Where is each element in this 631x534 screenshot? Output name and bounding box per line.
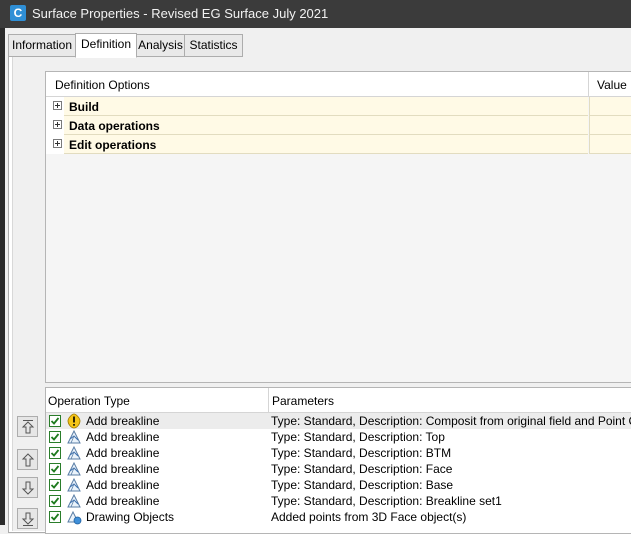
operations-header: Operation Type Parameters: [46, 388, 631, 413]
operation-row[interactable]: Add breakline Type: Standard, Descriptio…: [46, 477, 631, 493]
drawing-objects-icon: [67, 510, 82, 525]
column-header-operation-type[interactable]: Operation Type: [48, 394, 130, 408]
check-icon: [50, 497, 60, 505]
enable-checkbox[interactable]: [49, 463, 61, 475]
check-icon: [50, 417, 60, 425]
breakline-icon: [67, 445, 81, 460]
option-row-build[interactable]: Build: [46, 97, 631, 116]
warning-icon: [67, 413, 81, 429]
column-header-parameters[interactable]: Parameters: [272, 394, 334, 408]
window-title: Surface Properties - Revised EG Surface …: [32, 6, 329, 21]
operation-row[interactable]: Add breakline Type: Standard, Descriptio…: [46, 429, 631, 445]
operation-row[interactable]: Drawing Objects Added points from 3D Fac…: [46, 509, 631, 525]
move-down-button[interactable]: [17, 477, 38, 498]
breakline-icon: [67, 493, 81, 508]
enable-checkbox[interactable]: [49, 415, 61, 427]
civil3d-app-icon: C: [10, 5, 26, 21]
operation-row[interactable]: Add breakline Type: Standard, Descriptio…: [46, 493, 631, 509]
move-down-icon: [21, 481, 35, 495]
option-row-data-operations[interactable]: Data operations: [46, 116, 631, 135]
expand-plus-icon[interactable]: [53, 139, 62, 148]
operation-type: Add breakline: [86, 446, 160, 460]
operation-type: Add breakline: [86, 462, 160, 476]
check-icon: [50, 433, 60, 441]
row-gutter: [46, 116, 64, 135]
column-header-value[interactable]: Value: [597, 78, 627, 92]
background-strip: [0, 28, 5, 525]
option-value-cell: [589, 135, 631, 154]
option-cell: Edit operations: [64, 135, 588, 154]
expand-plus-icon[interactable]: [53, 101, 62, 110]
move-to-top-button[interactable]: [17, 416, 38, 437]
move-top-icon: [21, 420, 35, 434]
tab-analysis[interactable]: Analysis: [136, 34, 185, 57]
enable-checkbox[interactable]: [49, 447, 61, 459]
option-row-edit-operations[interactable]: Edit operations: [46, 135, 631, 154]
column-header-definition-options[interactable]: Definition Options: [55, 78, 150, 92]
option-cell: Build: [64, 97, 588, 116]
operation-parameters: Type: Standard, Description: Face: [271, 462, 453, 476]
check-icon: [50, 513, 60, 521]
operation-parameters: Type: Standard, Description: Base: [271, 478, 454, 492]
move-up-button[interactable]: [17, 449, 38, 470]
expand-plus-icon[interactable]: [53, 120, 62, 129]
operation-row[interactable]: Add breakline Type: Standard, Descriptio…: [46, 445, 631, 461]
breakline-icon: [67, 477, 81, 492]
operation-type: Add breakline: [86, 414, 160, 428]
row-gutter: [46, 97, 64, 116]
check-icon: [50, 465, 60, 473]
option-value-cell: [589, 97, 631, 116]
definition-options-grid: Definition Options Value Build Data oper…: [45, 71, 631, 383]
tab-statistics[interactable]: Statistics: [184, 34, 243, 57]
operation-parameters: Added points from 3D Face object(s): [271, 510, 467, 524]
tab-information[interactable]: Information: [8, 34, 76, 57]
definition-options-header: Definition Options Value: [46, 72, 631, 97]
enable-checkbox[interactable]: [49, 511, 61, 523]
operation-type: Drawing Objects: [86, 510, 175, 524]
column-divider[interactable]: [268, 388, 269, 412]
move-up-icon: [21, 453, 35, 467]
operation-parameters: Type: Standard, Description: Top: [271, 430, 445, 444]
enable-checkbox[interactable]: [49, 495, 61, 507]
title-bar: C Surface Properties - Revised EG Surfac…: [0, 0, 631, 28]
check-icon: [50, 481, 60, 489]
option-label: Data operations: [69, 119, 160, 133]
move-to-bottom-button[interactable]: [17, 508, 38, 529]
operation-type: Add breakline: [86, 430, 160, 444]
operation-parameters: Type: Standard, Description: Breakline s…: [271, 494, 502, 508]
row-gutter: [46, 135, 64, 154]
option-cell: Data operations: [64, 116, 588, 135]
option-label: Edit operations: [69, 138, 157, 152]
operation-row[interactable]: Add breakline Type: Standard, Descriptio…: [46, 413, 631, 429]
option-value-cell: [589, 116, 631, 135]
breakline-icon: [67, 461, 81, 476]
operation-type: Add breakline: [86, 478, 160, 492]
enable-checkbox[interactable]: [49, 431, 61, 443]
operations-grid: Operation Type Parameters Add breakline …: [45, 387, 631, 534]
operation-parameters: Type: Standard, Description: BTM: [271, 446, 452, 460]
column-divider[interactable]: [588, 72, 589, 96]
operation-type: Add breakline: [86, 494, 160, 508]
operation-row[interactable]: Add breakline Type: Standard, Descriptio…: [46, 461, 631, 477]
option-label: Build: [69, 100, 99, 114]
tab-definition[interactable]: Definition: [75, 33, 137, 58]
enable-checkbox[interactable]: [49, 479, 61, 491]
check-icon: [50, 449, 60, 457]
operation-parameters: Type: Standard, Description: Composit fr…: [271, 414, 631, 428]
breakline-icon: [67, 429, 81, 444]
